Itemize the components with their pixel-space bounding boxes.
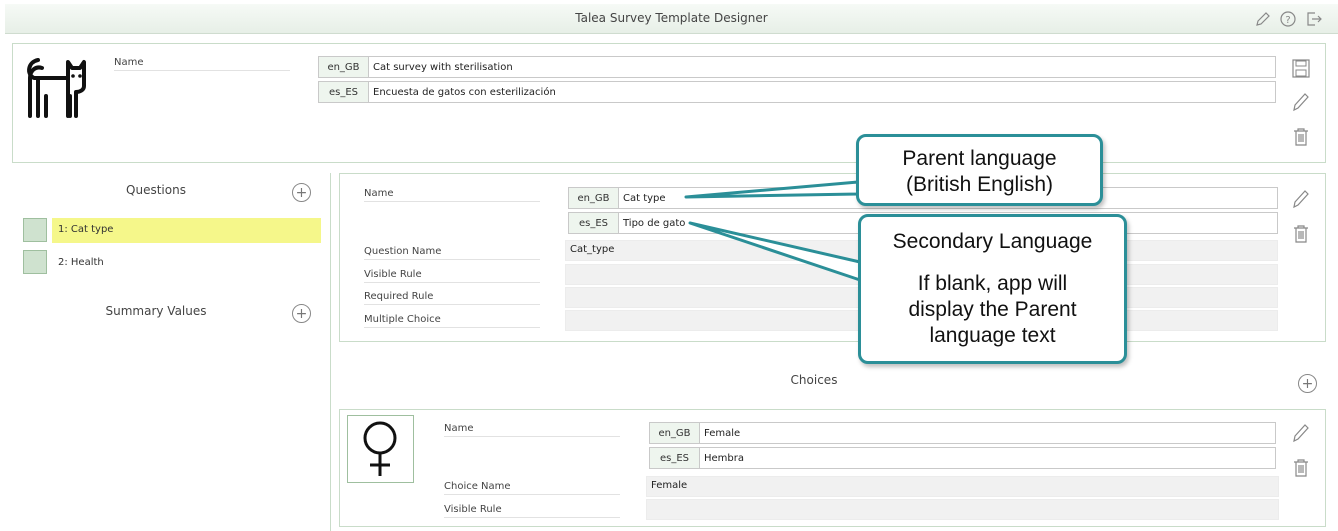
template-name-es-row[interactable]: es_ES Encuesta de gatos con esterilizaci… xyxy=(318,81,1276,103)
window-title: Talea Survey Template Designer xyxy=(575,11,768,25)
question-color-swatch xyxy=(23,250,47,274)
svg-text:?: ? xyxy=(1285,15,1290,26)
template-panel: Name en_GB Cat survey with sterilisation… xyxy=(12,43,1326,163)
parent-language-callout: Parent language (British English) xyxy=(856,134,1103,206)
template-name-en-row[interactable]: en_GB Cat survey with sterilisation xyxy=(318,56,1276,78)
add-summary-value-button[interactable]: + xyxy=(292,304,311,323)
choice-name-field[interactable]: Female xyxy=(646,476,1279,497)
choice-image xyxy=(347,415,414,483)
exit-icon[interactable] xyxy=(1305,10,1323,28)
question-name-es-value[interactable]: Tipo de gato xyxy=(619,218,685,229)
lang-code: en_GB xyxy=(319,57,369,77)
delete-icon[interactable] xyxy=(1291,457,1311,479)
choice-name-es-row[interactable]: es_ES Hembra xyxy=(649,447,1276,469)
callout-line: display the Parent xyxy=(908,298,1077,321)
choice-visible-rule-label: Visible Rule xyxy=(444,504,620,518)
template-name-label: Name xyxy=(114,57,290,71)
callout-line: language text xyxy=(929,324,1056,347)
edit-icon[interactable] xyxy=(1254,10,1272,28)
lang-code: es_ES xyxy=(569,213,619,233)
callout-line: If blank, app will xyxy=(917,272,1068,295)
choice-panel: Name en_GB Female es_ES Hembra Choice Na… xyxy=(339,409,1326,527)
save-icon[interactable] xyxy=(1291,58,1311,80)
required-rule-label: Required Rule xyxy=(364,291,540,305)
callout-line: Parent language xyxy=(902,147,1057,170)
visible-rule-label: Visible Rule xyxy=(364,269,540,283)
question-name-label: Name xyxy=(364,188,540,202)
questions-heading: Questions xyxy=(126,183,186,197)
question-panel: Name en_GB Cat type es_ES Tipo de gato Q… xyxy=(339,173,1326,342)
summary-values-heading: Summary Values xyxy=(105,304,207,318)
lang-code: en_GB xyxy=(569,188,619,208)
add-question-button[interactable]: + xyxy=(292,183,311,202)
question-name-field-label: Question Name xyxy=(364,246,540,260)
title-bar: Talea Survey Template Designer ? xyxy=(5,4,1338,34)
female-symbol-icon xyxy=(363,421,397,476)
question-color-swatch xyxy=(23,218,47,242)
edit-icon[interactable] xyxy=(1291,91,1311,113)
delete-icon[interactable] xyxy=(1291,126,1311,148)
choices-heading: Choices xyxy=(790,373,838,387)
add-choice-button[interactable]: + xyxy=(1298,374,1317,393)
multiple-choice-label: Multiple Choice xyxy=(364,314,540,328)
callout-heading: Secondary Language xyxy=(892,230,1093,253)
template-name-en-value[interactable]: Cat survey with sterilisation xyxy=(369,62,513,73)
lang-code: es_ES xyxy=(319,82,369,102)
cat-icon xyxy=(27,58,86,118)
edit-icon[interactable] xyxy=(1291,188,1311,210)
choice-visible-rule-field[interactable] xyxy=(646,499,1279,520)
template-name-es-value[interactable]: Encuesta de gatos con esterilización xyxy=(369,87,556,98)
choice-name-en-row[interactable]: en_GB Female xyxy=(649,422,1276,444)
callout-line: (British English) xyxy=(905,173,1054,196)
help-icon[interactable]: ? xyxy=(1279,10,1297,28)
choice-name-field-label: Choice Name xyxy=(444,481,620,495)
edit-icon[interactable] xyxy=(1291,422,1311,444)
questions-sidebar: Questions + 1: Cat type 2: Health Summar… xyxy=(12,173,331,531)
choice-name-label: Name xyxy=(444,423,620,437)
question-item-1[interactable]: 1: Cat type xyxy=(52,218,321,243)
lang-code: es_ES xyxy=(650,448,700,468)
lang-code: en_GB xyxy=(650,423,700,443)
question-item-2[interactable]: 2: Health xyxy=(52,251,321,276)
choice-name-es-value[interactable]: Hembra xyxy=(700,453,744,464)
choice-name-en-value[interactable]: Female xyxy=(700,428,740,439)
secondary-language-callout: Secondary Language If blank, app will di… xyxy=(858,214,1127,364)
delete-icon[interactable] xyxy=(1291,223,1311,245)
question-name-en-value[interactable]: Cat type xyxy=(619,193,666,204)
